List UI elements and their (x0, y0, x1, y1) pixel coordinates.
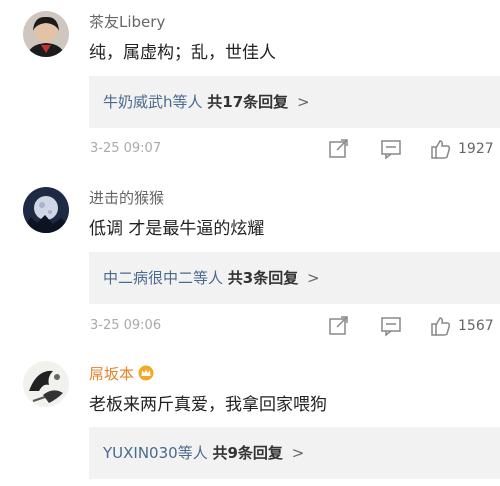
like-count: 1927 (458, 141, 494, 157)
comment-item: 屌坂本 老板来两斤真爱，我拿回家喂狗 YUXIN030等人 共9条回复 > (0, 348, 500, 486)
reply-count[interactable]: 共9条回复 (212, 444, 282, 462)
comment-username[interactable]: 进击的猴猴 (89, 189, 164, 207)
thumbs-up-icon[interactable] (430, 138, 452, 160)
comment-text: 老板来两斤真爱，我拿回家喂狗 (89, 395, 327, 415)
reply-users[interactable]: 中二病很中二等人 (103, 269, 223, 287)
chevron-right-icon: > (307, 269, 320, 287)
reply-users[interactable]: YUXIN030等人 (103, 444, 208, 462)
reply-users[interactable]: 牛奶威武h等人 (103, 93, 203, 111)
comment-timestamp: 3-25 09:07 (90, 141, 162, 156)
comment-icon[interactable] (380, 138, 402, 160)
comment-item: 进击的猴猴 低调 才是最牛逼的炫耀 中二病很中二等人 共3条回复 > 3-25 … (0, 175, 500, 348)
chevron-right-icon: > (296, 93, 310, 111)
vip-crown-badge-icon (138, 365, 154, 381)
forward-icon[interactable] (328, 315, 350, 337)
username-text[interactable]: 屌坂本 (89, 365, 134, 383)
comment-icon[interactable] (380, 315, 402, 337)
comment-meta: 3-25 09:07 1927 (90, 138, 500, 160)
forward-icon[interactable] (328, 138, 350, 160)
chevron-right-icon: > (291, 444, 305, 462)
comment-item: 茶友Libery 纯，属虚构；乱，世佳人 牛奶威武h等人 共17条回复 > 3-… (0, 0, 500, 175)
comment-timestamp: 3-25 09:06 (90, 318, 162, 333)
ink-drawing-avatar-icon[interactable] (23, 361, 69, 407)
comment-username[interactable]: 茶友Libery (89, 13, 165, 31)
user-portrait-icon[interactable] (23, 11, 69, 57)
reply-summary-box[interactable]: 牛奶威武h等人 共17条回复 > (89, 76, 500, 128)
reply-summary-box[interactable]: YUXIN030等人 共9条回复 > (89, 427, 500, 479)
thumbs-up-icon[interactable] (430, 315, 452, 337)
moon-night-avatar-icon[interactable] (23, 187, 69, 233)
comment-username[interactable]: 屌坂本 (89, 365, 154, 383)
reply-count[interactable]: 共17条回复 (207, 93, 288, 111)
comment-feed: 茶友Libery 纯，属虚构；乱，世佳人 牛奶威武h等人 共17条回复 > 3-… (0, 0, 500, 486)
reply-count[interactable]: 共3条回复 (228, 269, 298, 287)
reply-summary-box[interactable]: 中二病很中二等人 共3条回复 > (89, 252, 500, 304)
comment-text: 纯，属虚构；乱，世佳人 (89, 43, 276, 63)
comment-text: 低调 才是最牛逼的炫耀 (89, 219, 265, 239)
comment-meta: 3-25 09:06 1567 (90, 315, 500, 337)
like-count: 1567 (458, 318, 494, 334)
